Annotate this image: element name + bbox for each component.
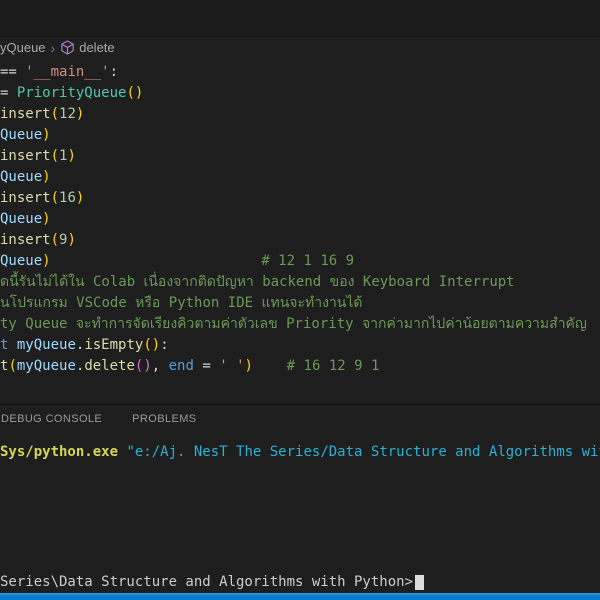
- panel-tab-problems[interactable]: PROBLEMS: [132, 413, 196, 425]
- breadcrumb-item-symbol[interactable]: delete: [79, 40, 114, 55]
- code-line: = PriorityQueue(): [0, 83, 600, 104]
- terminal-prompt-line: Series\Data Structure and Algorithms wit…: [0, 574, 424, 591]
- terminal-cursor: [415, 575, 424, 590]
- editor-tab-bar: [0, 0, 600, 37]
- bottom-panel: DEBUG CONSOLE PROBLEMS Sys/python.exe "e:…: [0, 404, 600, 594]
- code-editor[interactable]: == '__main__':= PriorityQueue()insert(12…: [0, 58, 600, 404]
- code-line: นโปรแกรม VSCode หรือ Python IDE แทนจะทำง…: [0, 293, 600, 314]
- vscode-window: yQueue › delete == '__main__':= Priority…: [0, 0, 600, 600]
- code-line: Queue): [0, 167, 600, 188]
- code-line: insert(12): [0, 104, 600, 125]
- status-bar: [0, 593, 600, 600]
- code-line: Queue) # 12 1 16 9: [0, 251, 600, 272]
- code-line: t(myQueue.delete(), end = ' ') # 16 12 9…: [0, 356, 600, 377]
- panel-tab-debug-console[interactable]: DEBUG CONSOLE: [1, 413, 102, 425]
- code-line: == '__main__':: [0, 62, 600, 83]
- code-line: ดนี้รันไม่ได้ใน Colab เนื่องจากติดปัญหา …: [0, 272, 600, 293]
- code-line: Queue): [0, 125, 600, 146]
- terminal[interactable]: Sys/python.exe "e:/Aj. NesT The Series/D…: [0, 433, 600, 594]
- code-line: insert(16): [0, 188, 600, 209]
- panel-tab-bar: DEBUG CONSOLE PROBLEMS: [0, 405, 600, 433]
- symbol-method-icon: [60, 40, 75, 55]
- breadcrumb-item-file[interactable]: yQueue: [0, 40, 46, 55]
- code-line: ty Queue จะทำการจัดเรียงคิวตามค่าตัวเลข …: [0, 314, 600, 335]
- code-line: insert(1): [0, 146, 600, 167]
- terminal-prompt-text: Series\Data Structure and Algorithms wit…: [0, 574, 413, 591]
- code-line: Queue): [0, 209, 600, 230]
- terminal-command-line: Sys/python.exe "e:/Aj. NesT The Series/D…: [0, 442, 600, 463]
- chevron-right-icon: ›: [51, 40, 56, 56]
- code-line: t myQueue.isEmpty():: [0, 335, 600, 356]
- code-line: insert(9): [0, 230, 600, 251]
- breadcrumb: yQueue › delete: [0, 37, 600, 58]
